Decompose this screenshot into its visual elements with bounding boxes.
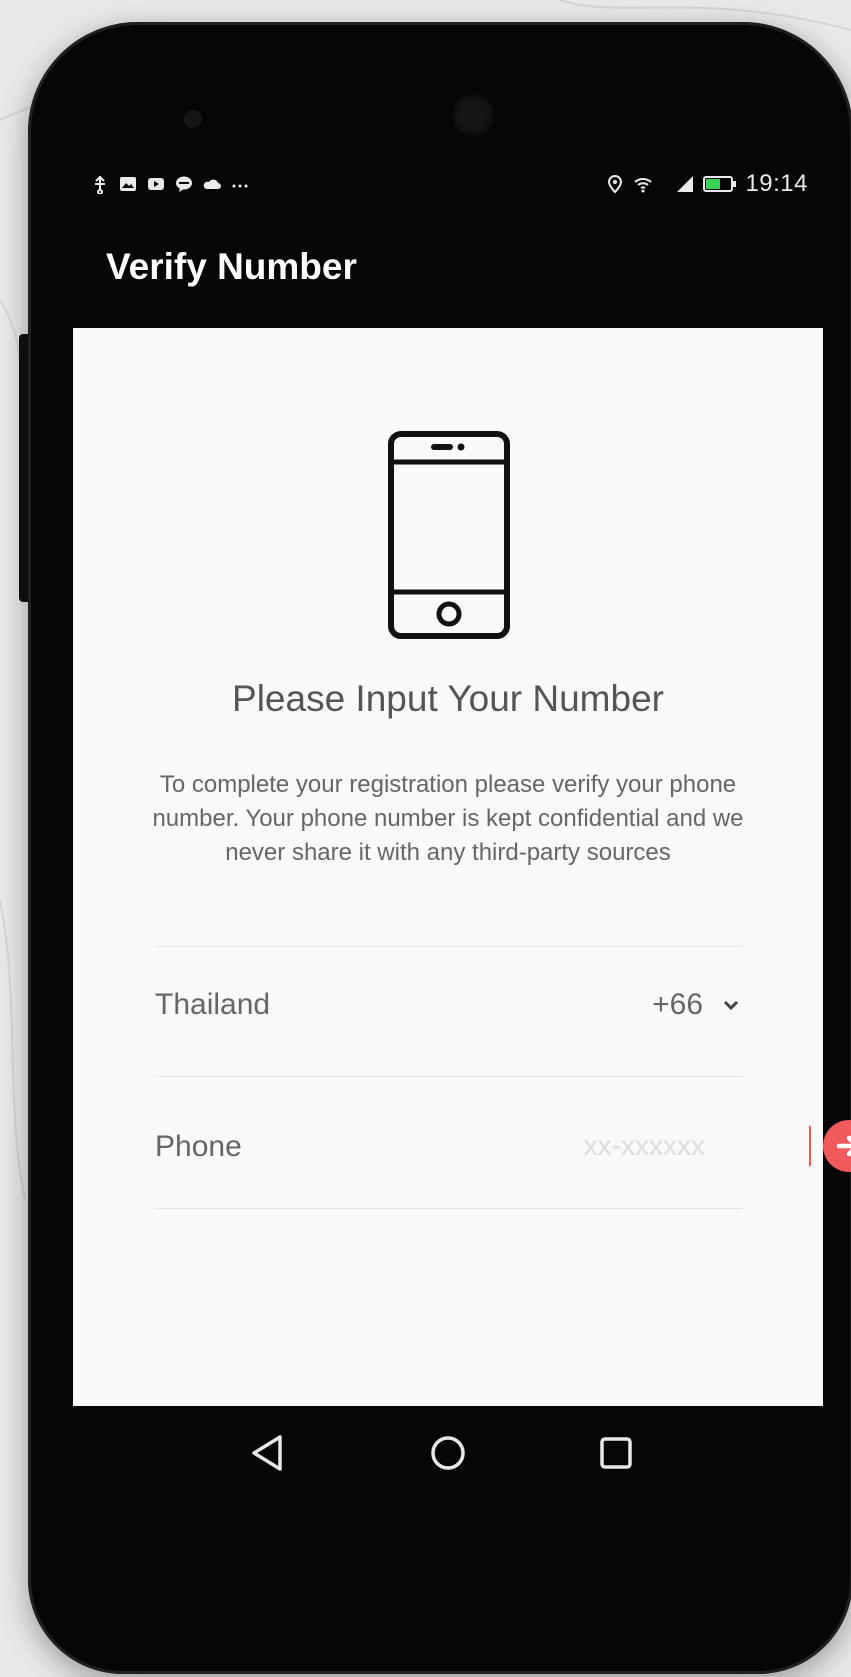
description-text: To complete your registration please ver… bbox=[152, 771, 744, 866]
home-icon[interactable] bbox=[425, 1430, 471, 1476]
country-selector[interactable]: Thailand +66 bbox=[155, 946, 743, 1066]
country-code: +66 bbox=[652, 988, 703, 1021]
usb-icon bbox=[95, 175, 105, 194]
smartphone-icon bbox=[388, 431, 510, 639]
navigation-bar bbox=[73, 1406, 823, 1536]
chevron-down-icon bbox=[723, 1000, 739, 1011]
phone-field-row: Phone bbox=[155, 1088, 851, 1208]
signal-icon bbox=[677, 176, 694, 192]
wifi-icon bbox=[634, 178, 653, 193]
divider bbox=[155, 1208, 743, 1209]
recents-icon[interactable] bbox=[593, 1430, 639, 1476]
location-icon bbox=[608, 175, 623, 194]
system-icons: 19:14 bbox=[605, 170, 808, 198]
status-bar: 19:14 bbox=[90, 170, 808, 206]
back-icon[interactable] bbox=[246, 1430, 292, 1476]
cloud-icon bbox=[203, 179, 221, 189]
front-sensor bbox=[184, 110, 202, 128]
front-camera bbox=[452, 94, 494, 136]
more-dots-icon bbox=[232, 184, 248, 188]
youtube-icon bbox=[148, 178, 164, 190]
page-title: Verify Number bbox=[106, 246, 357, 287]
clock: 19:14 bbox=[745, 170, 808, 197]
phone-input[interactable] bbox=[465, 1124, 705, 1168]
submit-button[interactable] bbox=[823, 1120, 851, 1172]
gallery-icon bbox=[120, 177, 136, 191]
text-cursor bbox=[809, 1126, 811, 1166]
battery-icon bbox=[703, 176, 737, 192]
divider bbox=[155, 1076, 743, 1077]
country-name: Thailand bbox=[155, 988, 271, 1021]
arrow-right-icon bbox=[836, 1135, 851, 1157]
notification-icons bbox=[90, 174, 250, 194]
headline: Please Input Your Number bbox=[232, 678, 664, 719]
phone-label: Phone bbox=[155, 1130, 242, 1163]
chat-icon bbox=[176, 176, 192, 192]
verify-screen: Please Input Your Number To complete you… bbox=[73, 328, 851, 1406]
